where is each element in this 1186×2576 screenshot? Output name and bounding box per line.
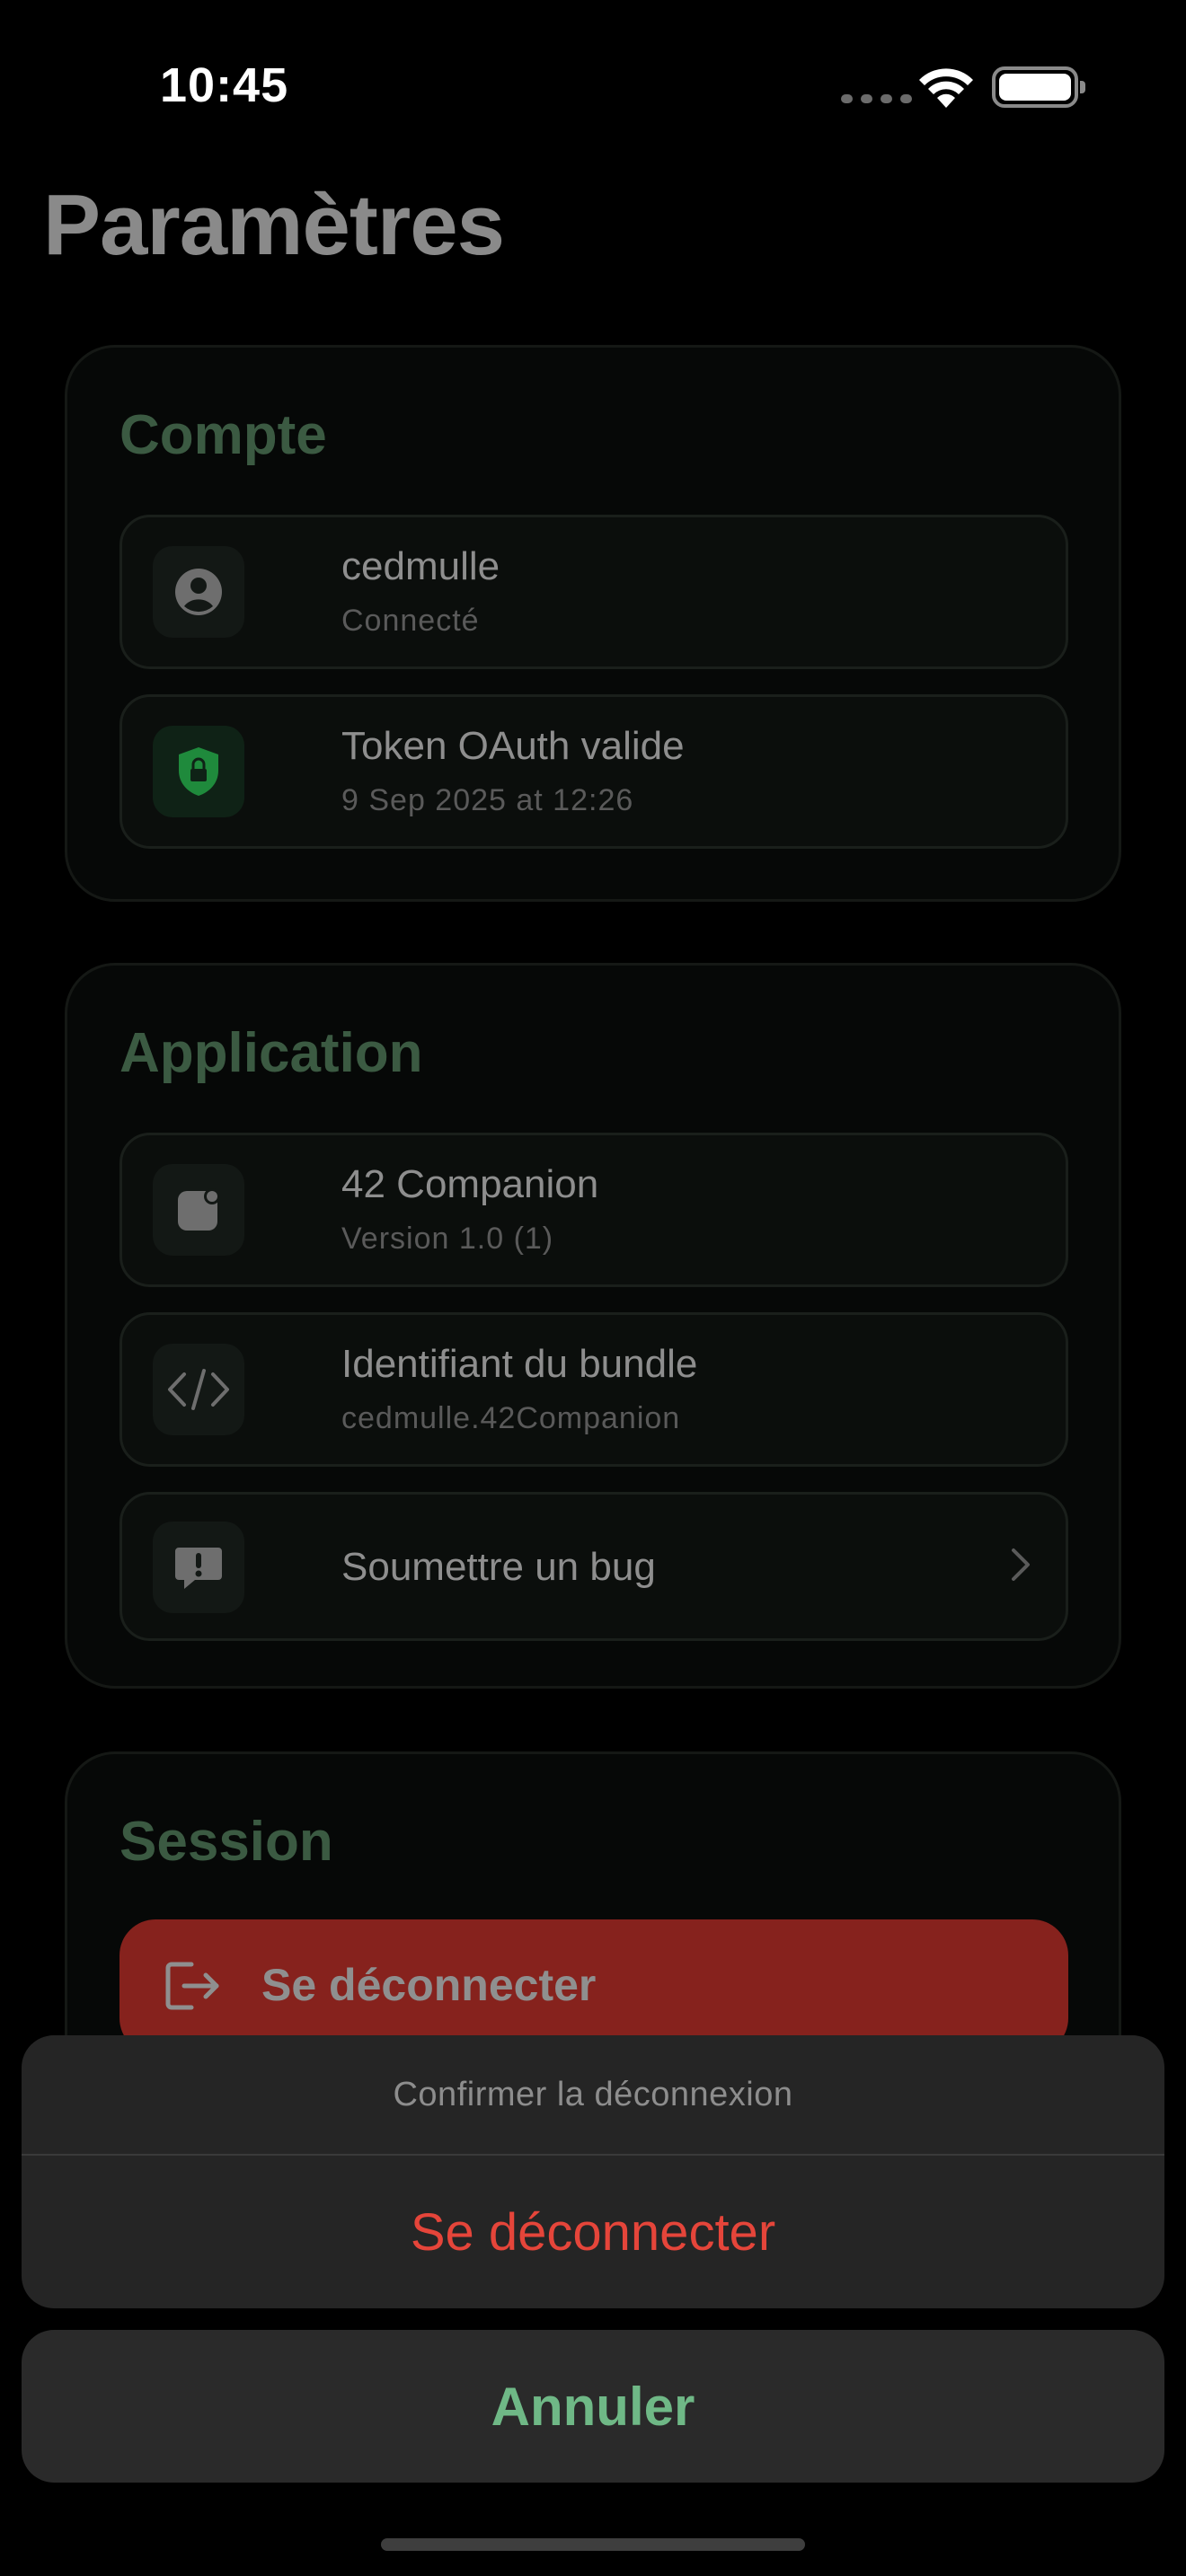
- logout-action-sheet: Confirmer la déconnexion Se déconnecter: [22, 2035, 1164, 2308]
- person-circle-icon: [153, 546, 244, 638]
- battery-icon: [992, 66, 1085, 108]
- account-user-row[interactable]: cedmulle Connecté: [119, 515, 1068, 669]
- lock-shield-icon: [153, 726, 244, 817]
- section-account: Compte cedmulle Connecté Token OAuth val…: [65, 345, 1121, 902]
- bundle-id-row[interactable]: Identifiant du bundle cedmulle.42Compani…: [119, 1312, 1068, 1467]
- app-version: Version 1.0 (1): [341, 1222, 554, 1256]
- status-time: 10:45: [160, 58, 289, 112]
- oauth-token-row[interactable]: Token OAuth valide 9 Sep 2025 at 12:26: [119, 694, 1068, 849]
- oauth-token-date: 9 Sep 2025 at 12:26: [341, 783, 634, 817]
- confirm-logout-button[interactable]: Se déconnecter: [22, 2156, 1164, 2308]
- chevron-right-icon: [1012, 1548, 1030, 1581]
- home-indicator[interactable]: [381, 2538, 805, 2551]
- bundle-id-title: Identifiant du bundle: [341, 1342, 698, 1386]
- bundle-id-value: cedmulle.42Companion: [341, 1401, 681, 1435]
- page-title: Paramètres: [43, 177, 505, 273]
- submit-bug-label: Soumettre un bug: [341, 1545, 656, 1589]
- oauth-token-title: Token OAuth valide: [341, 724, 685, 768]
- cellular-signal-icon: [841, 94, 912, 103]
- section-application: Application 42 Companion Version 1.0 (1)…: [65, 963, 1121, 1689]
- logout-icon: [165, 1962, 219, 2010]
- wifi-icon: [919, 68, 973, 108]
- submit-bug-row[interactable]: Soumettre un bug: [119, 1492, 1068, 1641]
- app-name: 42 Companion: [341, 1162, 599, 1206]
- cancel-button[interactable]: Annuler: [22, 2330, 1164, 2483]
- app-badge-icon: [153, 1164, 244, 1256]
- app-version-row[interactable]: 42 Companion Version 1.0 (1): [119, 1133, 1068, 1287]
- action-sheet-title: Confirmer la déconnexion: [393, 2075, 793, 2113]
- logout-button[interactable]: Se déconnecter: [119, 1919, 1068, 2054]
- code-icon: [153, 1344, 244, 1435]
- exclamation-bubble-icon: [153, 1522, 244, 1613]
- section-title-account: Compte: [119, 404, 327, 466]
- account-username: cedmulle: [341, 544, 500, 588]
- section-title-application: Application: [119, 1022, 423, 1084]
- status-bar: 10:45: [0, 0, 1186, 171]
- logout-button-label: Se déconnecter: [261, 1960, 597, 2010]
- account-status: Connecté: [341, 604, 480, 638]
- section-title-session: Session: [119, 1811, 333, 1873]
